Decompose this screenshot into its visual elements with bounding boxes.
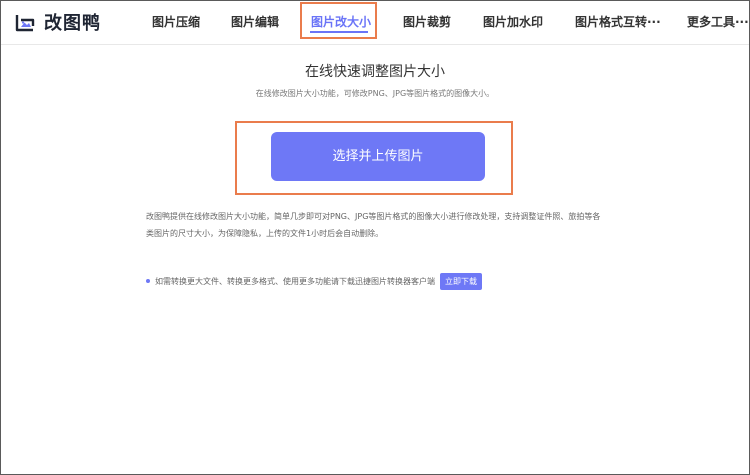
logo[interactable]: 改图鸭 (14, 10, 101, 34)
page-subtitle: 在线修改图片大小功能，可修改PNG、JPG等图片格式的图像大小。 (255, 89, 495, 98)
download-tip: 如需转换更大文件、转换更多格式、使用更多功能请下载迅捷图片转换器客户端 立即下载 (146, 272, 482, 290)
nav-item-more-tools[interactable]: 更多工具··· (687, 1, 749, 44)
nav-item-format-convert[interactable]: 图片格式互转··· (575, 1, 661, 44)
app-window: 改图鸭 图片压缩 图片编辑 图片改大小 图片裁剪 图片加水印 图片格式互转···… (0, 0, 750, 475)
download-now-button[interactable]: 立即下载 (440, 272, 482, 290)
top-navigation-bar: 改图鸭 图片压缩 图片编辑 图片改大小 图片裁剪 图片加水印 图片格式互转···… (1, 1, 749, 45)
duck-image-logo-icon (14, 11, 36, 33)
page-title: 在线快速调整图片大小 (305, 64, 445, 80)
nav-item-image-compress[interactable]: 图片压缩 (152, 1, 200, 44)
download-tip-text: 如需转换更大文件、转换更多格式、使用更多功能请下载迅捷图片转换器客户端 (155, 276, 435, 286)
logo-text: 改图鸭 (44, 13, 101, 34)
nav-item-image-crop[interactable]: 图片裁剪 (403, 1, 451, 44)
feature-description: 改图鸭提供在线修改图片大小功能，简单几步即可对PNG、JPG等图片格式的图像大小… (146, 212, 601, 238)
nav-item-image-watermark[interactable]: 图片加水印 (483, 1, 543, 44)
nav-item-image-resize[interactable]: 图片改大小 (311, 1, 371, 44)
nav-item-image-edit[interactable]: 图片编辑 (231, 1, 279, 44)
upload-image-button[interactable]: 选择并上传图片 (271, 132, 485, 181)
bullet-dot-icon (146, 279, 150, 283)
